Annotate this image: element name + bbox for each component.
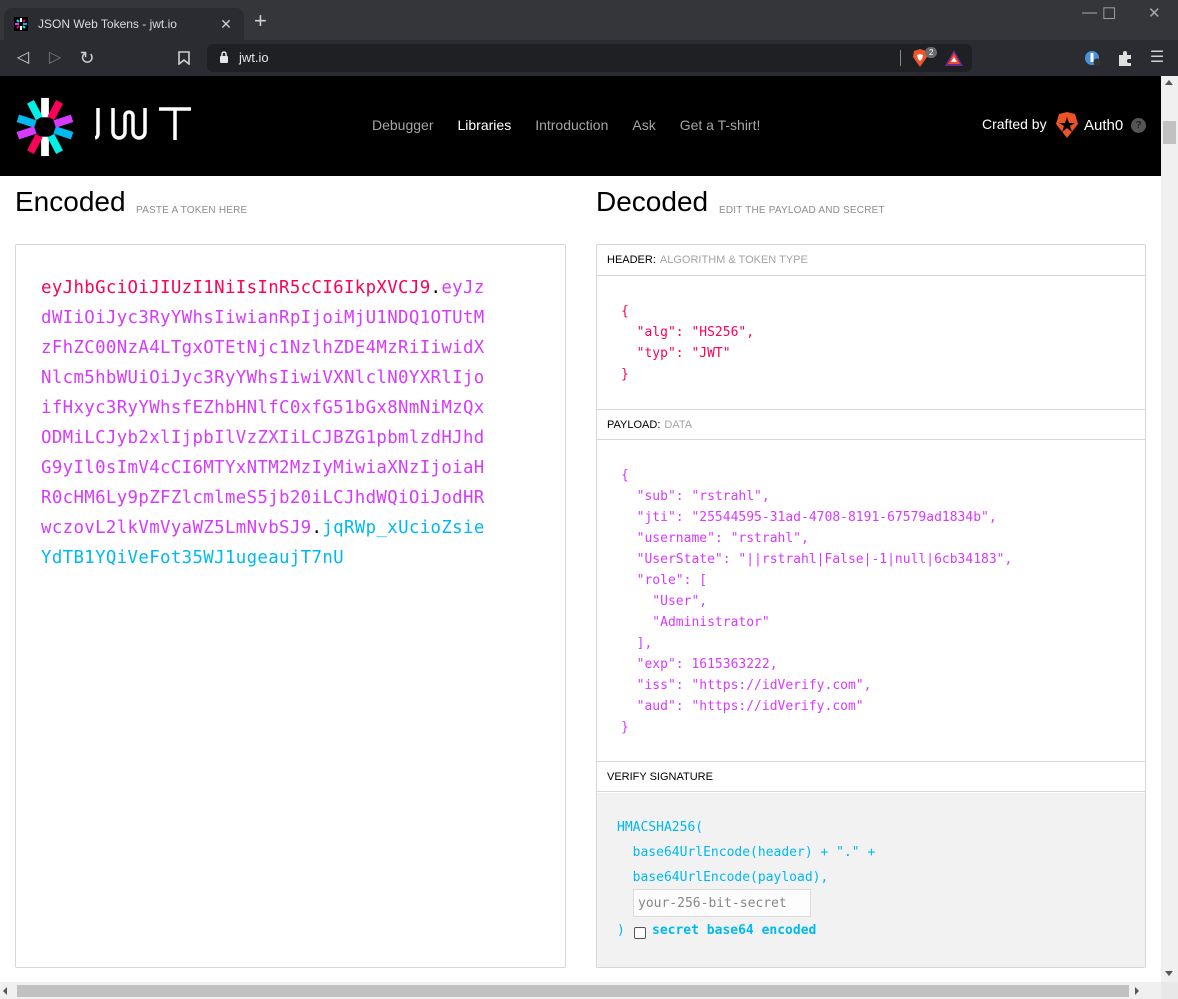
vertical-scrollbar[interactable] [1161, 76, 1178, 982]
browser-tab-bar: JSON Web Tokens - jwt.io ✕ + — ☐ ✕ [0, 0, 1178, 40]
encoded-token-input[interactable]: eyJhbGciOiJIUzI1NiIsInR5cCI6IkpXVCJ9.eyJ… [15, 244, 566, 968]
secret-base64-label[interactable]: secret base64 encoded [652, 923, 816, 938]
payload-json-editor[interactable]: { "sub": "rstrahl", "jti": "25544595-31a… [621, 465, 1012, 738]
signature-close-paren: ) [617, 923, 625, 938]
window-close-button[interactable]: ✕ [1148, 4, 1161, 22]
nav-tshirt[interactable]: Get a T-shirt! [680, 117, 761, 133]
token-header-part: eyJhbGciOiJIUzI1NiIsInR5cCI6IkpXVCJ9 [41, 278, 431, 298]
auth0-logo-icon[interactable] [1055, 112, 1079, 138]
signature-label: VERIFY SIGNATURE [607, 771, 713, 783]
encoded-title: Encoded [15, 186, 126, 217]
bookmark-icon[interactable] [173, 47, 195, 69]
token-separator: . [430, 278, 442, 298]
signature-area: HMACSHA256( base64UrlEncode(header) + ".… [597, 793, 1145, 967]
payload-sublabel: DATA [664, 419, 693, 431]
token-payload-part: eyJzdWIiOiJyc3RyYWhsIiwianRpIjoiMjU1NDQ1… [41, 278, 485, 538]
signature-panel-heading: VERIFY SIGNATURE [597, 761, 1145, 792]
scrollbar-thumb[interactable] [17, 985, 1129, 997]
decoded-subtitle: EDIT THE PAYLOAD AND SECRET [719, 205, 885, 216]
lock-icon [220, 51, 228, 63]
url-text[interactable]: jwt.io [239, 50, 269, 65]
jwt-logo-icon[interactable] [14, 96, 76, 158]
address-bar[interactable]: jwt.io 2 [207, 44, 972, 72]
extensions-icon[interactable] [1116, 49, 1134, 67]
new-tab-button[interactable]: + [254, 10, 267, 32]
reload-button[interactable]: ↻ [76, 47, 98, 69]
back-button[interactable]: ◁ [12, 47, 34, 69]
scrollbar-corner [1161, 982, 1178, 999]
browser-menu-icon[interactable]: ☰ [1146, 47, 1168, 69]
header-label: HEADER: [607, 254, 656, 266]
nav-debugger[interactable]: Debugger [372, 117, 434, 133]
minimize-button[interactable]: — [1082, 4, 1097, 21]
nav-ask[interactable]: Ask [632, 117, 655, 133]
decoded-title: Decoded [596, 186, 709, 217]
auth0-link[interactable]: Auth0 [1084, 117, 1123, 134]
signature-formula: HMACSHA256( base64UrlEncode(header) + ".… [617, 820, 876, 885]
scroll-left-arrow-icon[interactable] [3, 987, 7, 995]
secret-base64-checkbox[interactable] [634, 927, 646, 939]
password-manager-icon[interactable] [1084, 49, 1102, 67]
secret-input[interactable] [633, 889, 811, 917]
scrollbar-thumb[interactable] [1163, 121, 1176, 144]
nav-introduction[interactable]: Introduction [535, 117, 608, 133]
scroll-up-arrow-icon[interactable] [1165, 80, 1173, 85]
shields-count-badge: 2 [925, 47, 938, 58]
encoded-subtitle: PASTE A TOKEN HERE [136, 205, 248, 216]
jwt-wordmark [95, 107, 191, 140]
main-nav: Debugger Libraries Introduction Ask Get … [372, 117, 784, 133]
scroll-down-arrow-icon[interactable] [1165, 971, 1173, 976]
divider [900, 50, 901, 66]
header-json-editor[interactable]: { "alg": "HS256", "typ": "JWT" } [621, 301, 754, 385]
jwt-favicon-icon [14, 17, 28, 31]
token-text[interactable]: eyJhbGciOiJIUzI1NiIsInR5cCI6IkpXVCJ9.eyJ… [41, 273, 491, 573]
nav-libraries[interactable]: Libraries [458, 117, 512, 133]
tab-close-icon[interactable]: ✕ [218, 16, 234, 33]
maximize-button[interactable]: ☐ [1102, 4, 1116, 24]
crafted-by-label: Crafted by [982, 116, 1047, 132]
header-panel-heading: HEADER: ALGORITHM & TOKEN TYPE [597, 245, 1145, 276]
tab-title: JSON Web Tokens - jwt.io [38, 17, 177, 31]
payload-label: PAYLOAD: [607, 419, 661, 431]
scroll-right-arrow-icon[interactable] [1135, 987, 1139, 995]
browser-tab[interactable]: JSON Web Tokens - jwt.io ✕ [4, 8, 244, 40]
decoded-panel: HEADER: ALGORITHM & TOKEN TYPE { "alg": "… [596, 244, 1146, 968]
horizontal-scrollbar[interactable] [0, 982, 1161, 999]
brave-rewards-icon[interactable] [945, 50, 963, 66]
site-header: Debugger Libraries Introduction Ask Get … [0, 76, 1161, 176]
browser-toolbar: ◁ ▷ ↻ jwt.io 2 ☰ [0, 40, 1178, 76]
header-sublabel: ALGORITHM & TOKEN TYPE [659, 254, 808, 266]
token-separator: . [311, 518, 323, 538]
forward-button[interactable]: ▷ [44, 47, 66, 69]
payload-panel-heading: PAYLOAD: DATA [597, 409, 1145, 440]
help-icon[interactable]: ? [1131, 118, 1146, 133]
